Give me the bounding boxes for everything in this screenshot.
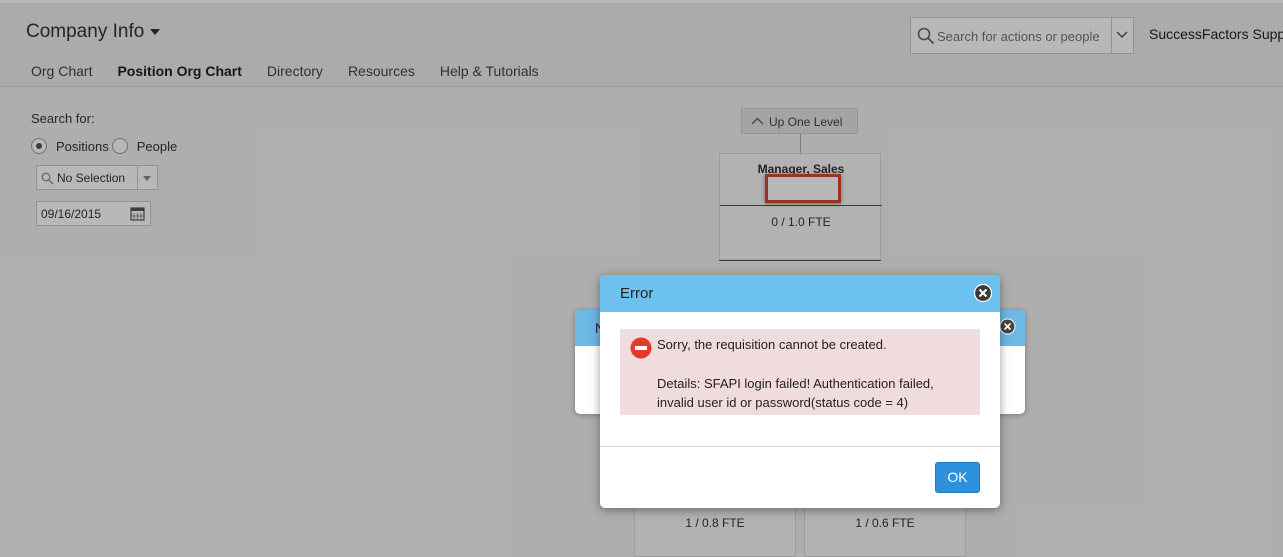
ok-button[interactable]: OK: [935, 462, 980, 493]
error-details: Details: SFAPI login failed! Authenticat…: [657, 376, 934, 410]
close-icon[interactable]: [973, 283, 993, 303]
error-dialog: Error Sorry, the requisition cannot be c…: [600, 275, 1000, 508]
error-dialog-titlebar: Error: [600, 275, 1000, 312]
close-icon[interactable]: [999, 318, 1016, 335]
divider: [600, 446, 1000, 447]
error-stop-icon: [630, 337, 652, 359]
error-message: Sorry, the requisition cannot be created…: [657, 337, 887, 352]
dialog-title: Error: [620, 285, 654, 302]
error-message-box: Sorry, the requisition cannot be created…: [620, 329, 980, 415]
